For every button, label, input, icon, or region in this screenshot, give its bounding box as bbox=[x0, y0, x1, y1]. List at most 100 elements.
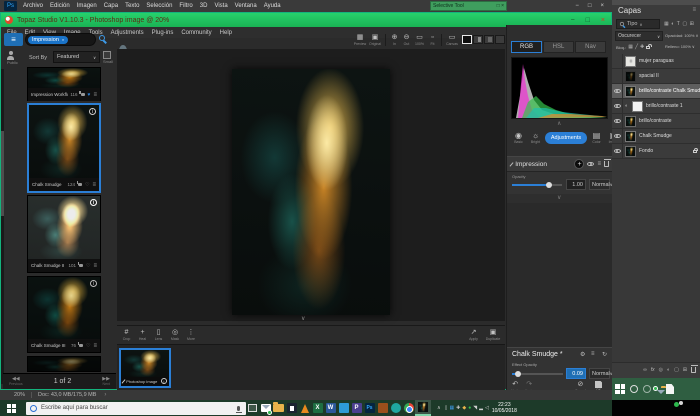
zoom-100-button[interactable]: ▭ 100% bbox=[413, 34, 426, 46]
tab-hsl[interactable]: HSL bbox=[543, 41, 574, 53]
lock-move-icon[interactable]: ✚ bbox=[640, 44, 644, 50]
ps-restore-button[interactable]: □ bbox=[588, 3, 592, 9]
mask-button[interactable]: ◎ Mask bbox=[169, 329, 181, 341]
selective-tool-panel[interactable]: Selective Tool □ × bbox=[430, 1, 507, 11]
layer-mask-thumbnail[interactable] bbox=[632, 101, 643, 112]
thumbnail-size-button[interactable]: Small bbox=[103, 51, 113, 64]
volume-icon[interactable]: ◁ bbox=[485, 405, 489, 411]
main-image[interactable] bbox=[232, 69, 390, 315]
word-app[interactable]: W bbox=[324, 400, 337, 416]
ps-menu-3d[interactable]: 3D bbox=[200, 3, 208, 9]
bright-button[interactable]: ☼ Bright bbox=[528, 131, 543, 144]
lens-button[interactable]: ▯ Lens bbox=[153, 329, 164, 341]
visibility-toggle[interactable] bbox=[612, 144, 623, 159]
effect-menu-icon[interactable]: ≡ bbox=[591, 351, 595, 357]
layer-row-brillo-1[interactable]: ◐ brillo/contraste 1 bbox=[612, 99, 700, 114]
opacity-slider[interactable] bbox=[512, 184, 562, 186]
original-button[interactable]: ▣ Original bbox=[368, 34, 382, 46]
file-explorer-app[interactable] bbox=[272, 400, 285, 416]
menu-community[interactable]: Community bbox=[181, 30, 211, 36]
adjustments-button[interactable]: Adjustments bbox=[545, 132, 587, 144]
microphone-icon[interactable] bbox=[237, 406, 240, 411]
notes-app[interactable] bbox=[285, 400, 298, 416]
favorite-icon[interactable]: ♥ bbox=[88, 92, 91, 98]
info-icon[interactable]: i bbox=[90, 199, 97, 206]
tray-icon-4[interactable]: ◆ bbox=[462, 405, 466, 411]
cortana-icon[interactable] bbox=[630, 385, 638, 393]
visibility-toggle[interactable] bbox=[612, 69, 623, 84]
task-view-icon[interactable] bbox=[643, 385, 651, 393]
preset-menu-icon[interactable]: ≡ bbox=[92, 182, 96, 188]
ps-menu-capa[interactable]: Capa bbox=[104, 3, 118, 9]
zoom-in-button[interactable]: ⊕ In bbox=[389, 34, 400, 46]
layer-thumbnail[interactable] bbox=[625, 71, 636, 82]
visibility-toggle[interactable] bbox=[612, 54, 623, 69]
ps-menu-imagen[interactable]: Imagen bbox=[77, 3, 97, 9]
ps-menu-vista[interactable]: Vista bbox=[214, 3, 227, 9]
tray-icon-6[interactable]: ◥ bbox=[473, 405, 477, 411]
selective-tool-restore-icon[interactable]: □ bbox=[497, 3, 500, 9]
preset-card-chalk-smudge-2[interactable]: i Chalk Smudge II 101 ♡ ≡ bbox=[27, 195, 101, 273]
layer-row-brillo-chalk-2[interactable]: brillo/contraste Chalk Smudge II bbox=[612, 84, 700, 99]
sort-dropdown[interactable]: Featured ∨ bbox=[53, 51, 100, 63]
preview-button[interactable]: ▦ Preview bbox=[353, 34, 367, 46]
preset-menu-icon[interactable]: ≡ bbox=[93, 263, 97, 269]
image-canvas[interactable] bbox=[117, 49, 505, 321]
preset-card-partial[interactable] bbox=[27, 356, 101, 372]
selective-tool-close-icon[interactable]: × bbox=[501, 3, 504, 9]
filmstrip-item[interactable]: Photoshop image i bbox=[119, 348, 171, 388]
layer-opacity-control[interactable]: Opacidad: 100% ∨ bbox=[665, 33, 698, 38]
sidebar-scrollbar[interactable] bbox=[1, 69, 4, 384]
ps-menu-ventana[interactable]: Ventana bbox=[235, 3, 257, 9]
lock-all-icon[interactable] bbox=[646, 46, 650, 49]
new-adjustment-icon[interactable]: ◐ bbox=[667, 367, 670, 373]
add-mask-icon[interactable]: ◎ bbox=[659, 367, 663, 373]
canvas-collapse-chevron[interactable]: ∨ bbox=[301, 315, 305, 322]
favorite-icon[interactable]: ♡ bbox=[86, 343, 90, 349]
adjustment-menu-icon[interactable]: ≡ bbox=[597, 161, 601, 167]
layer-style-icon[interactable]: fx bbox=[651, 367, 655, 373]
duplicate-button[interactable]: ▣ Duplicate bbox=[485, 329, 501, 341]
lock-transparent-icon[interactable]: ▦ bbox=[628, 44, 633, 50]
taskbar-search-input[interactable]: Escribe aquí para buscar bbox=[26, 402, 246, 415]
filter-smart-icon[interactable]: ⊞ bbox=[690, 21, 694, 27]
layer-fill-control[interactable]: Relleno: 100% ∨ bbox=[665, 44, 695, 49]
effect-opacity-slider[interactable] bbox=[512, 373, 563, 375]
tray-icon-3[interactable]: ✚ bbox=[456, 405, 460, 411]
layer-thumbnail[interactable] bbox=[625, 146, 636, 157]
layer-thumbnail[interactable] bbox=[625, 56, 636, 67]
color-button[interactable]: ▤ Color bbox=[589, 131, 604, 144]
view-mode-split-h[interactable] bbox=[484, 35, 494, 44]
fit-button[interactable]: ▫ Fit bbox=[427, 34, 438, 46]
start-button[interactable] bbox=[615, 384, 625, 394]
search-icon[interactable] bbox=[99, 35, 105, 41]
visibility-toggle[interactable] bbox=[612, 84, 623, 99]
link-layers-icon[interactable]: ∞ bbox=[643, 367, 647, 373]
thumbs-up-icon[interactable] bbox=[79, 264, 83, 268]
new-group-icon[interactable]: ▢ bbox=[674, 367, 679, 373]
filter-adjustment-icon[interactable]: ◐ bbox=[671, 21, 674, 27]
filter-shape-icon[interactable]: ▢ bbox=[682, 21, 687, 27]
taskbar-clock[interactable]: 22:23 10/05/2018 bbox=[492, 402, 517, 414]
status-expand-icon[interactable]: › bbox=[104, 392, 106, 398]
favorite-icon[interactable]: ♡ bbox=[85, 182, 89, 188]
tray-icon-2[interactable]: ▦ bbox=[449, 405, 454, 411]
thumbs-up-icon[interactable] bbox=[78, 183, 82, 187]
tray-icon-1[interactable]: ▯ bbox=[445, 405, 448, 411]
pagination-prev-button[interactable]: ◀◀ Previous bbox=[9, 377, 23, 386]
layer-filter-dropdown[interactable]: Tipo ∨ bbox=[616, 19, 660, 29]
pencil-icon[interactable] bbox=[122, 379, 126, 384]
visibility-toggle[interactable] bbox=[612, 114, 623, 129]
info-icon[interactable]: i bbox=[90, 280, 97, 287]
blend-mode-dropdown[interactable]: Oscurecer ∨ bbox=[615, 31, 663, 41]
topaz-close-button[interactable]: × bbox=[601, 17, 605, 24]
tray-icon-5[interactable]: ● bbox=[468, 405, 471, 411]
delete-adjustment-icon[interactable] bbox=[604, 161, 609, 167]
view-mode-side[interactable] bbox=[495, 35, 505, 44]
start-button[interactable] bbox=[0, 400, 22, 416]
ps-menu-filtro[interactable]: Filtro bbox=[179, 3, 192, 9]
layer-thumbnail[interactable] bbox=[625, 131, 636, 142]
preset-card-impression-workflow[interactable]: Impression Workflow 116 ♥ ≡ bbox=[27, 67, 101, 101]
info-icon[interactable]: i bbox=[89, 108, 96, 115]
view-mode-split-v[interactable] bbox=[473, 35, 483, 44]
